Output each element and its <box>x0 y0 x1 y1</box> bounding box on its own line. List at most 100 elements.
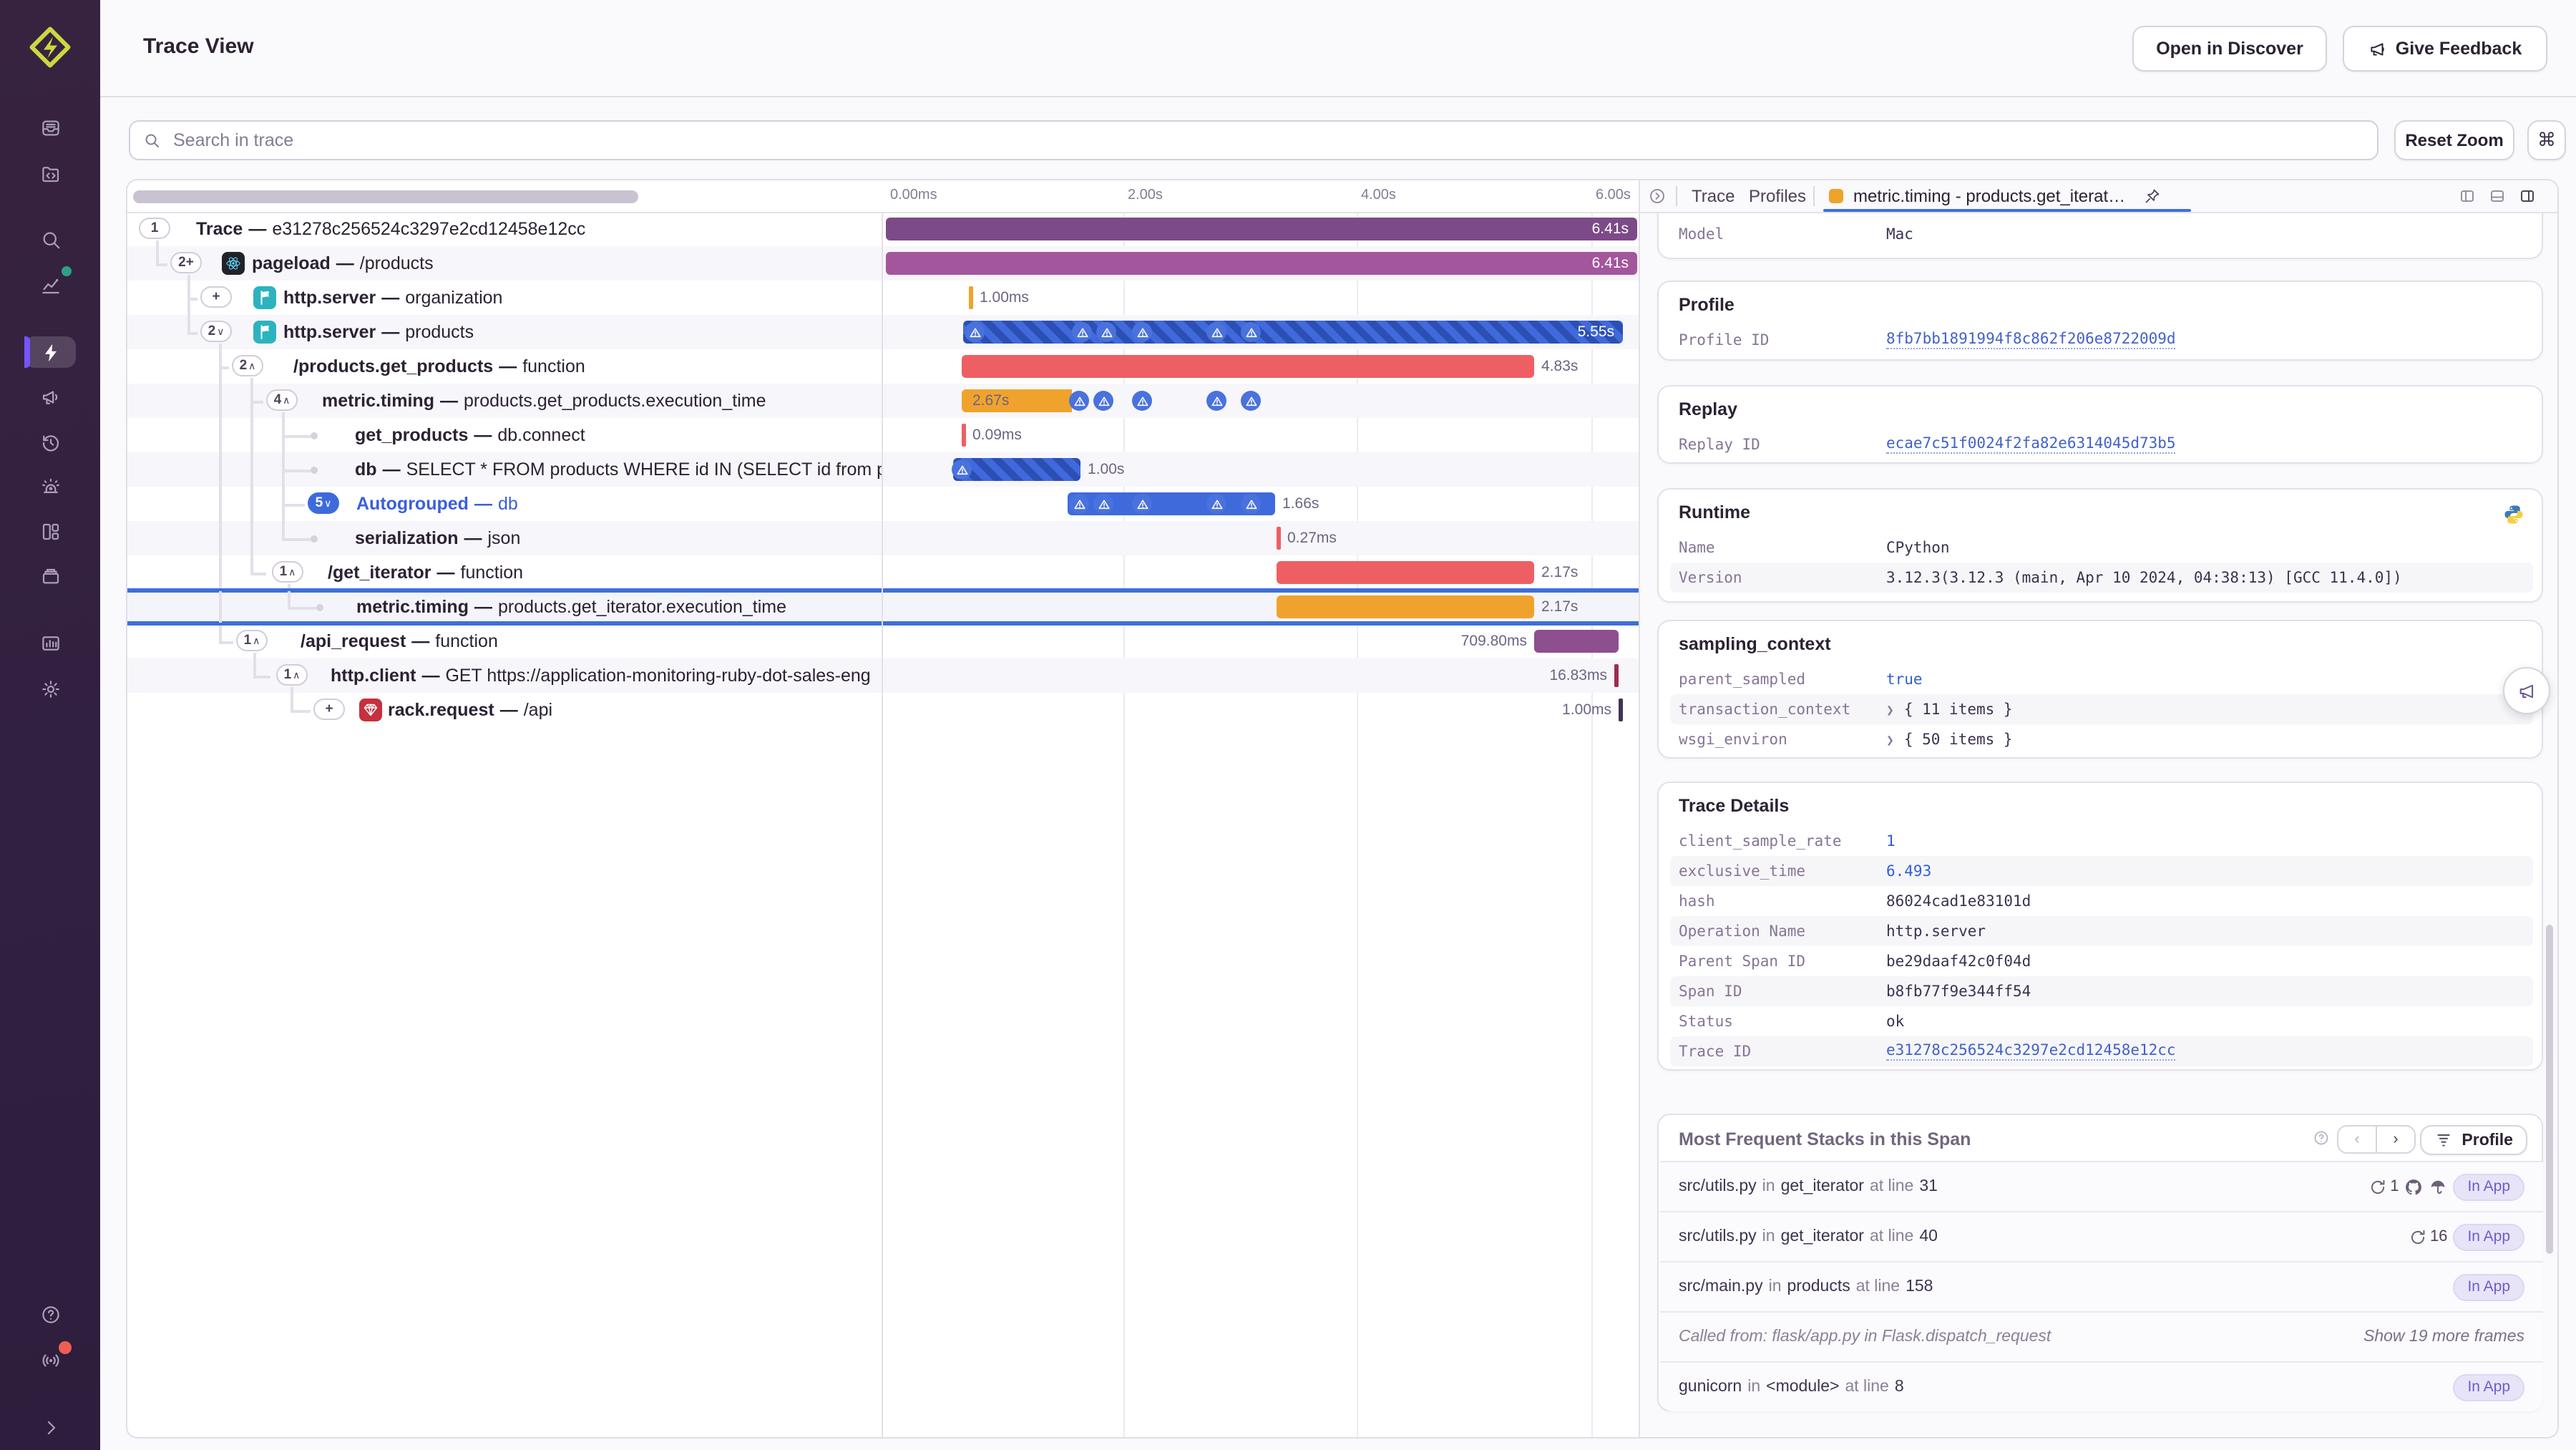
sidebar-item-monitors[interactable] <box>24 627 76 658</box>
shortcuts-button[interactable]: ⌘ <box>2527 120 2566 160</box>
span-duration-bar[interactable] <box>886 218 1637 240</box>
autogroup-count-badge[interactable]: 5 ∨ <box>308 492 339 514</box>
span-duration-bar[interactable] <box>1534 630 1619 653</box>
sidebar-item-dashboards[interactable] <box>24 515 76 547</box>
layout-left-icon[interactable] <box>2459 188 2476 205</box>
tab-trace[interactable]: Trace <box>1692 180 1735 212</box>
sidebar-item-broadcast[interactable] <box>24 1341 76 1376</box>
span-children-badge[interactable]: 1 <box>139 218 170 239</box>
sidebar-item-projects[interactable] <box>24 157 76 189</box>
collapse-panel-icon[interactable] <box>1649 188 1666 205</box>
span-row-trace[interactable]: 1 Trace — e31278c256524c3297e2cd12458e12cc 6… <box>127 212 1639 246</box>
performance-issue-icon[interactable] <box>1132 322 1152 342</box>
span-duration-bar[interactable] <box>962 355 1534 378</box>
layout-bottom-icon[interactable] <box>2489 188 2506 205</box>
span-children-badge[interactable]: + <box>200 286 232 308</box>
sidebar-item-stats[interactable] <box>24 266 76 301</box>
performance-issue-icon[interactable] <box>1069 391 1089 411</box>
performance-issue-icon[interactable] <box>1132 391 1152 411</box>
sidebar-item-help[interactable] <box>24 1298 76 1330</box>
performance-issue-icon[interactable] <box>1072 322 1092 342</box>
span-children-badge[interactable]: 1 ∧ <box>272 561 303 583</box>
feedback-fab[interactable] <box>2503 667 2550 714</box>
kv-value-link[interactable]: 8fb7bb1891994f8c862f206e8722009d <box>1886 331 2176 349</box>
sidebar-item-expand[interactable] <box>24 1411 76 1443</box>
pin-tab-icon[interactable] <box>2144 188 2161 205</box>
expand-chevron-icon[interactable]: ❯ <box>1886 704 1894 718</box>
span-row-get-products[interactable]: get_products — db.connect 0.09ms <box>127 418 1639 452</box>
span-row-metric-timing[interactable]: 4 ∧ metric.timing — products.get_products.ex… <box>127 384 1639 418</box>
span-row-get-iterator[interactable]: 1 ∧ /get_iterator — function 2.17s <box>127 555 1639 590</box>
span-duration-bar[interactable] <box>962 424 965 447</box>
span-duration-bar[interactable] <box>1277 561 1534 584</box>
kv-value-link[interactable]: e31278c256524c3297e2cd12458e12cc <box>1886 1042 2176 1061</box>
stack-frame-row[interactable]: gunicorn in <module> at line 8 In App <box>1660 1361 2543 1411</box>
stack-frame-row[interactable]: src/utils.py in get_iterator at line 40 1… <box>1660 1211 2543 1261</box>
show-more-frames-link[interactable]: Show 19 more frames <box>2363 1328 2524 1346</box>
details-scrollbar[interactable] <box>2546 925 2553 1254</box>
span-row-rack-request[interactable]: + rack.request —/api 1.00ms <box>127 693 1639 727</box>
performance-issue-icon[interactable] <box>1093 391 1113 411</box>
performance-issue-icon[interactable] <box>1206 322 1226 342</box>
performance-issue-icon[interactable] <box>1132 494 1152 514</box>
span-children-badge[interactable]: + <box>313 699 345 720</box>
previous-stack-button[interactable]: ‹ <box>2338 1127 2377 1152</box>
kv-value[interactable]: ❯{ 50 items } <box>1886 731 2013 748</box>
stack-frame-row[interactable]: src/utils.py in get_iterator at line 31 1… <box>1660 1161 2543 1211</box>
performance-issue-icon[interactable] <box>1093 494 1113 514</box>
performance-issue-icon[interactable] <box>1241 391 1261 411</box>
performance-issue-icon[interactable] <box>1096 322 1116 342</box>
horizontal-scrollbar[interactable] <box>133 190 638 203</box>
span-duration-bar[interactable] <box>1277 527 1280 550</box>
span-children-badge[interactable]: 2 ∧ <box>232 355 263 376</box>
span-row-autogrouped[interactable]: 5 ∨ Autogrouped — db 1.66s <box>127 487 1639 521</box>
span-duration-bar[interactable] <box>1619 699 1622 721</box>
performance-issue-icon[interactable] <box>1206 391 1226 411</box>
performance-issue-icon[interactable] <box>952 459 972 480</box>
expand-chevron-icon[interactable]: ❯ <box>1886 734 1894 748</box>
sidebar-item-search[interactable] <box>24 223 76 255</box>
span-row-products-get-products[interactable]: 2 ∧ /products.get_products — function 4.83s <box>127 349 1639 384</box>
sidebar-item-archive[interactable] <box>24 560 76 591</box>
span-children-badge[interactable]: 2+ <box>170 252 202 273</box>
kv-value[interactable]: ❯{ 11 items } <box>1886 701 2013 718</box>
span-row-http-server[interactable]: + http.server — organization 1.00ms <box>127 281 1639 315</box>
sentry-logo[interactable] <box>26 23 74 72</box>
span-row-api-request[interactable]: 1 ∧ /api_request — function 709.80ms <box>127 624 1639 658</box>
performance-issue-icon[interactable] <box>965 322 985 342</box>
sidebar-item-alerts[interactable] <box>24 471 76 502</box>
span-row-db[interactable]: db — SELECT * FROM products WHERE id IN (S… <box>127 452 1639 487</box>
performance-issue-icon[interactable] <box>1241 494 1261 514</box>
stack-called-from-row[interactable]: Called from: flask/app.py in Flask.dispa… <box>1660 1311 2543 1361</box>
span-children-badge[interactable]: 4 ∧ <box>266 389 298 411</box>
stack-frame-row[interactable]: src/main.py in products at line 158 In Ap… <box>1660 1261 2543 1311</box>
span-children-badge[interactable]: 1 ∧ <box>276 664 308 686</box>
search-input[interactable] <box>170 129 2364 152</box>
span-duration-bar[interactable] <box>1277 595 1534 618</box>
performance-issue-icon[interactable] <box>1069 494 1089 514</box>
codecov-umbrella-icon[interactable] <box>2429 1177 2447 1196</box>
layout-right-icon[interactable] <box>2519 188 2536 205</box>
span-children-badge[interactable]: 1 ∧ <box>236 630 268 651</box>
span-row-pageload[interactable]: 2+ pageload —/products 6.41s <box>127 246 1639 281</box>
span-duration-bar[interactable] <box>886 252 1637 275</box>
tab-active-span[interactable]: metric.timing - products.get_iterat… <box>1853 180 2125 212</box>
tab-profiles[interactable]: Profiles <box>1749 180 1806 212</box>
sidebar-item-releases[interactable] <box>24 381 76 412</box>
span-row-http-client[interactable]: 1 ∧ http.client — GET https://application-mo… <box>127 658 1639 693</box>
next-stack-button[interactable]: › <box>2377 1127 2414 1152</box>
span-duration-bar[interactable] <box>963 321 1623 344</box>
performance-issue-icon[interactable] <box>1206 494 1226 514</box>
open-in-discover-button[interactable]: Open in Discover <box>2132 26 2327 72</box>
sidebar-item-performance[interactable] <box>24 336 76 368</box>
github-icon[interactable] <box>2404 1177 2423 1196</box>
span-row-metric-timing[interactable]: metric.timing — products.get_iterator.exec… <box>127 588 1639 626</box>
give-feedback-button[interactable]: Give Feedback <box>2343 26 2547 72</box>
sidebar-item-history[interactable] <box>24 427 76 458</box>
help-icon[interactable] <box>2313 1129 2330 1147</box>
sidebar-item-settings[interactable] <box>24 673 76 704</box>
span-row-http-server[interactable]: 2 ∨ http.server — products 5.55s <box>127 315 1639 349</box>
span-duration-bar[interactable] <box>953 458 1080 481</box>
span-duration-bar[interactable] <box>1614 664 1618 687</box>
span-row-serialization[interactable]: serialization — json 0.27ms <box>127 521 1639 555</box>
